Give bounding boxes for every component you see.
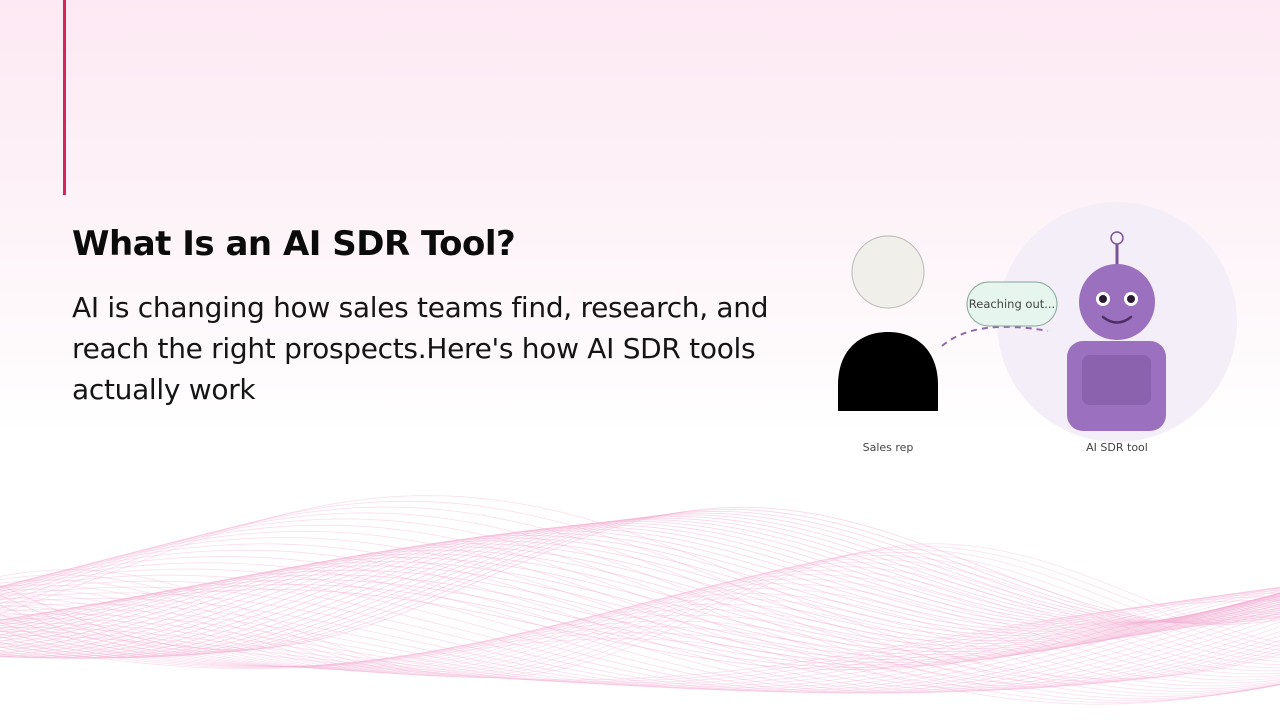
robot-chest-panel: [1082, 355, 1151, 405]
sales-rep-head: [851, 235, 925, 309]
sales-rep-figure: [838, 235, 938, 411]
accent-bar: [63, 0, 66, 195]
speech-bubble-text: Reaching out...: [969, 297, 1055, 311]
slide-body: AI is changing how sales teams find, res…: [72, 291, 769, 406]
ai-sdr-illustration: Reaching out... Sales rep AI SDR tool: [838, 202, 1237, 454]
background-waves: [0, 495, 1280, 705]
sales-rep-label: Sales rep: [863, 441, 914, 454]
slide-title: What Is an AI SDR Tool?: [72, 224, 516, 264]
speech-bubble: Reaching out...: [966, 281, 1058, 327]
robot-antenna-tip: [1110, 231, 1124, 245]
robot-head: [1079, 264, 1155, 340]
sales-rep-body: [838, 332, 938, 411]
wave-line: [0, 574, 1280, 675]
ai-sdr-tool-label: AI SDR tool: [1086, 441, 1148, 454]
